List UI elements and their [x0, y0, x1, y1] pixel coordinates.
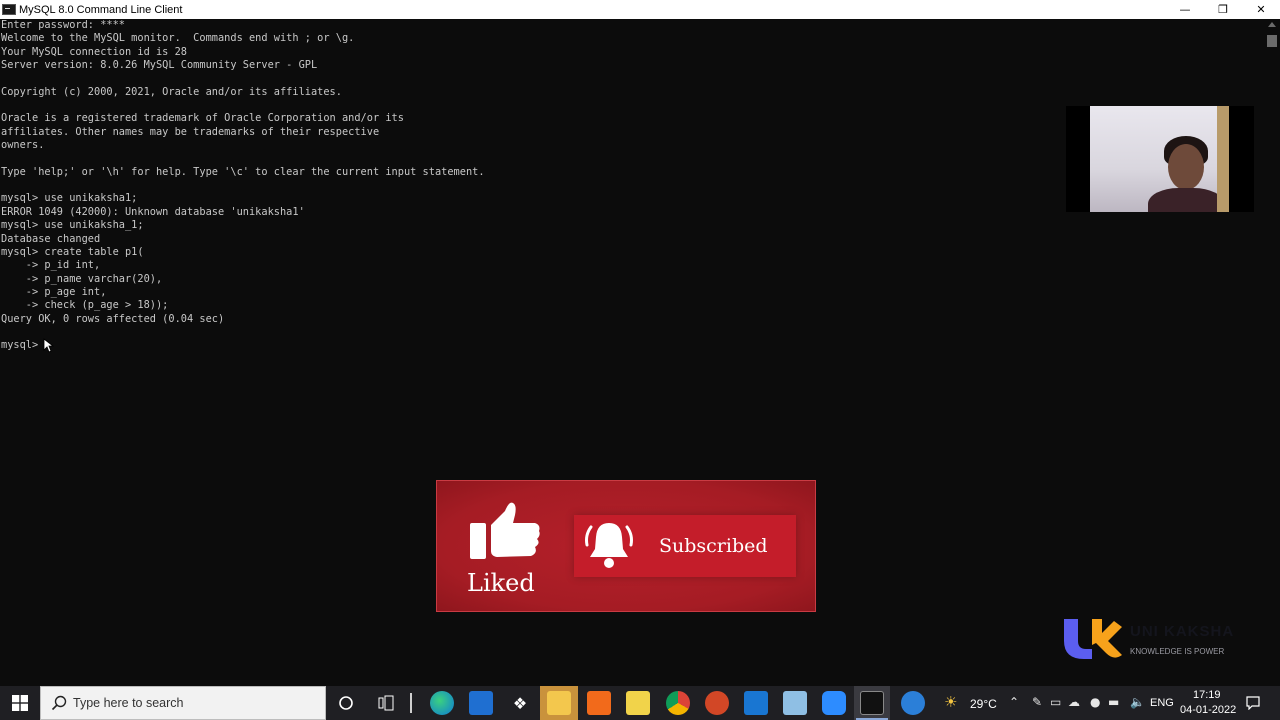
powerpoint-icon[interactable] [705, 691, 729, 715]
chevron-up-icon[interactable]: ⌃ [1009, 695, 1019, 709]
presenter-face [1168, 144, 1204, 190]
window-titlebar: MySQL 8.0 Command Line Client — ❐ ✕ [0, 0, 1280, 19]
thumbs-up-icon [470, 502, 540, 559]
webcam-background-wall [1217, 106, 1229, 212]
window-title: MySQL 8.0 Command Line Client [19, 3, 183, 16]
webcam-overlay [1066, 106, 1254, 212]
windows-start-icon[interactable] [0, 686, 40, 720]
snipping-icon[interactable] [744, 691, 768, 715]
file-explorer-icon[interactable] [547, 691, 571, 715]
subscribed-label: Subscribed [659, 535, 768, 557]
brand-tagline: KNOWLEDGE IS POWER [1130, 647, 1225, 656]
maximize-icon[interactable]: ❐ [1204, 0, 1242, 19]
webcam-video [1090, 106, 1229, 212]
brand-name: UNI KAKSHA [1130, 623, 1235, 640]
app-console-icon [2, 4, 16, 15]
brand-logo-mark [1064, 619, 1122, 659]
brand-logo: UNI KAKSHA KNOWLEDGE IS POWER [1062, 615, 1262, 661]
sticky-notes-icon[interactable] [626, 691, 650, 715]
close-icon[interactable]: ✕ [1242, 0, 1280, 19]
notepad-icon[interactable] [783, 691, 807, 715]
language-indicator[interactable]: ENG [1150, 697, 1174, 709]
clock-date[interactable]: 04-01-2022 [1180, 704, 1236, 716]
zoom-icon[interactable] [822, 691, 846, 715]
taskbar-search-box[interactable]: Type here to search [40, 686, 326, 720]
search-placeholder: Type here to search [73, 696, 184, 710]
window-controls: — ❐ ✕ [1166, 0, 1280, 19]
clock-time[interactable]: 17:19 [1193, 689, 1221, 701]
windows-taskbar: Type here to search ❖ ☀ 29°C ⌃ ✎ ▭ ☁ ● ▬… [0, 686, 1280, 720]
search-icon [51, 695, 67, 711]
help-icon[interactable] [901, 691, 925, 715]
task-view-icon[interactable] [378, 695, 396, 711]
pen-icon[interactable]: ✎ [1032, 695, 1042, 709]
mouse-cursor-icon [43, 338, 55, 353]
battery-icon[interactable]: ▬ [1108, 695, 1119, 709]
taskbar-divider [410, 693, 412, 713]
chrome-icon[interactable] [666, 691, 690, 715]
weather-icon[interactable]: ☀ [944, 693, 957, 711]
scrollbar-thumb[interactable] [1267, 35, 1277, 47]
origin-icon[interactable] [587, 691, 611, 715]
network-icon[interactable]: ▭ [1050, 695, 1061, 709]
dropbox-icon[interactable]: ❖ [508, 691, 532, 715]
console-scrollbar[interactable] [1264, 19, 1280, 686]
cortana-icon[interactable] [338, 695, 354, 711]
minimize-icon[interactable]: — [1166, 0, 1204, 19]
volume-icon[interactable]: 🔈 [1130, 695, 1145, 709]
mysql-console-icon[interactable] [860, 691, 884, 715]
bell-icon [585, 523, 633, 568]
onedrive-icon[interactable]: ☁ [1068, 695, 1080, 709]
like-subscribe-banner: Liked Subscribed [436, 480, 816, 612]
mail-icon[interactable] [469, 691, 493, 715]
edge-icon[interactable] [430, 691, 454, 715]
notification-icon[interactable] [1246, 696, 1260, 710]
presenter-body [1148, 188, 1224, 212]
weather-temp[interactable]: 29°C [970, 697, 997, 711]
liked-label: Liked [467, 569, 535, 597]
scroll-up-icon[interactable] [1268, 22, 1276, 27]
microphone-icon[interactable]: ● [1090, 695, 1100, 709]
